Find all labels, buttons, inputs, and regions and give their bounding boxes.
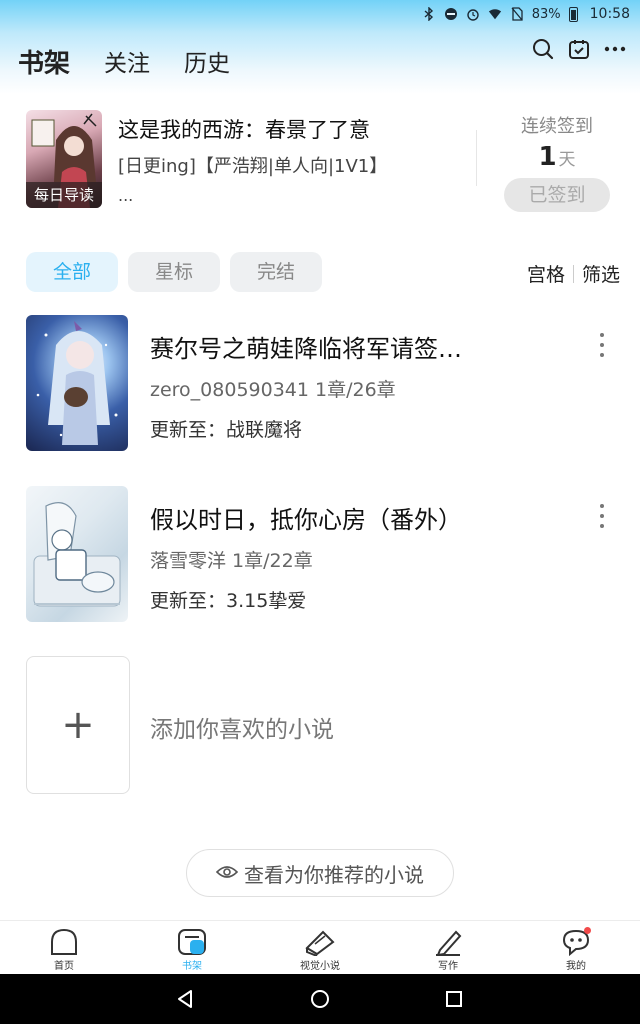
tab-bookshelf[interactable]: 书架 bbox=[18, 43, 70, 80]
daily-guide-title[interactable]: 这是我的西游：春景了了意 bbox=[118, 114, 370, 144]
no-sim-icon bbox=[510, 7, 524, 21]
tab-history[interactable]: 历史 bbox=[184, 44, 230, 78]
book-item[interactable]: 赛尔号之萌娃降临将军请签… zero_080590341 1章/26章 更新至：… bbox=[0, 315, 640, 455]
nav-home-label: 首页 bbox=[54, 961, 74, 972]
eye-icon bbox=[215, 861, 239, 885]
nav-bookshelf[interactable]: 书架 bbox=[152, 927, 232, 975]
daily-guide-cover[interactable]: 每日导读 bbox=[26, 110, 102, 208]
bottom-nav: 首页 书架 视觉小说 写作 我的 bbox=[0, 920, 640, 974]
daily-guide-tag: 每日导读 bbox=[26, 182, 102, 208]
recommend-label: 查看为你推荐的小说 bbox=[244, 862, 424, 887]
divider bbox=[476, 130, 477, 186]
dnd-icon bbox=[444, 7, 458, 21]
add-book-row[interactable]: + 添加你喜欢的小说 bbox=[0, 656, 640, 796]
alarm-icon bbox=[466, 7, 480, 21]
recommend-button[interactable]: 查看为你推荐的小说 bbox=[186, 849, 454, 897]
add-book-label[interactable]: 添加你喜欢的小说 bbox=[150, 710, 334, 744]
nav-write-label: 写作 bbox=[438, 961, 458, 972]
wifi-icon bbox=[488, 7, 502, 21]
book-meta: zero_080590341 1章/26章 bbox=[150, 379, 396, 401]
grid-view-button[interactable]: 宫格 bbox=[527, 260, 565, 287]
add-book-button[interactable]: + bbox=[26, 656, 130, 794]
book-item[interactable]: 假以时日，抵你心房（番外） 落雪零洋 1章/22章 更新至：3.15挚爱 bbox=[0, 486, 640, 626]
clock: 10:58 bbox=[589, 6, 630, 22]
more-icon[interactable] bbox=[604, 38, 626, 60]
daily-guide[interactable]: 每日导读 这是我的西游：春景了了意 [日更ing]【严浩翔|单人向|1V1】 .… bbox=[0, 94, 640, 224]
nav-visual-novel-label: 视觉小说 bbox=[300, 961, 340, 972]
sign-in-streak: 1天 bbox=[504, 142, 610, 172]
plus-icon: + bbox=[61, 702, 95, 748]
nav-visual-novel[interactable]: 视觉小说 bbox=[280, 927, 360, 975]
daily-guide-desc-more: ... bbox=[118, 186, 134, 205]
book-update: 更新至：战联魔将 bbox=[150, 419, 303, 441]
nav-bookshelf-label: 书架 bbox=[182, 961, 202, 972]
book-cover[interactable] bbox=[26, 315, 128, 451]
daily-guide-desc: [日更ing]【严浩翔|单人向|1V1】 bbox=[118, 156, 388, 177]
pen-icon bbox=[431, 927, 465, 957]
book-update: 更新至：3.15挚爱 bbox=[150, 590, 307, 612]
bluetooth-icon bbox=[422, 7, 436, 21]
filter-all[interactable]: 全部 bbox=[26, 252, 118, 292]
nav-profile[interactable]: 我的 bbox=[536, 927, 616, 975]
signed-in-button[interactable]: 已签到 bbox=[504, 178, 610, 212]
battery-icon bbox=[568, 6, 578, 22]
book-more-icon[interactable] bbox=[592, 504, 612, 528]
home-circle-icon[interactable] bbox=[308, 987, 332, 1011]
sign-in-label: 连续签到 bbox=[521, 116, 593, 137]
nav-write[interactable]: 写作 bbox=[408, 927, 488, 975]
streak-unit: 天 bbox=[558, 150, 576, 170]
back-icon[interactable] bbox=[174, 987, 198, 1011]
nav-profile-label: 我的 bbox=[566, 961, 586, 972]
visual-novel-icon bbox=[303, 927, 337, 957]
header-actions bbox=[532, 38, 626, 60]
recents-icon[interactable] bbox=[442, 987, 466, 1011]
profile-chat-icon bbox=[559, 927, 593, 957]
book-title[interactable]: 假以时日，抵你心房（番外） bbox=[150, 500, 570, 535]
header: 书架 关注 历史 bbox=[0, 28, 640, 94]
filter-starred[interactable]: 星标 bbox=[128, 252, 220, 292]
battery-percent: 83% bbox=[531, 6, 561, 22]
divider bbox=[572, 264, 574, 283]
view-toggle: 宫格 筛选 bbox=[527, 260, 620, 287]
book-cover[interactable] bbox=[26, 486, 128, 622]
bookshelf-icon bbox=[175, 927, 209, 957]
system-nav-bar bbox=[0, 974, 640, 1024]
calendar-check-icon[interactable] bbox=[568, 38, 590, 60]
filter-button[interactable]: 筛选 bbox=[582, 260, 620, 287]
book-meta: 落雪零洋 1章/22章 bbox=[150, 550, 313, 572]
status-bar: 83% 10:58 bbox=[0, 0, 640, 28]
book-title[interactable]: 赛尔号之萌娃降临将军请签… bbox=[150, 329, 570, 364]
filter-completed[interactable]: 完结 bbox=[230, 252, 322, 292]
notification-dot bbox=[584, 927, 591, 934]
search-icon[interactable] bbox=[532, 38, 554, 60]
home-icon bbox=[47, 927, 81, 957]
filter-bar: 全部 星标 完结 宫格 筛选 bbox=[0, 252, 640, 292]
streak-days: 1 bbox=[538, 142, 557, 172]
tab-following[interactable]: 关注 bbox=[104, 44, 150, 78]
nav-home[interactable]: 首页 bbox=[24, 927, 104, 975]
book-more-icon[interactable] bbox=[592, 333, 612, 357]
